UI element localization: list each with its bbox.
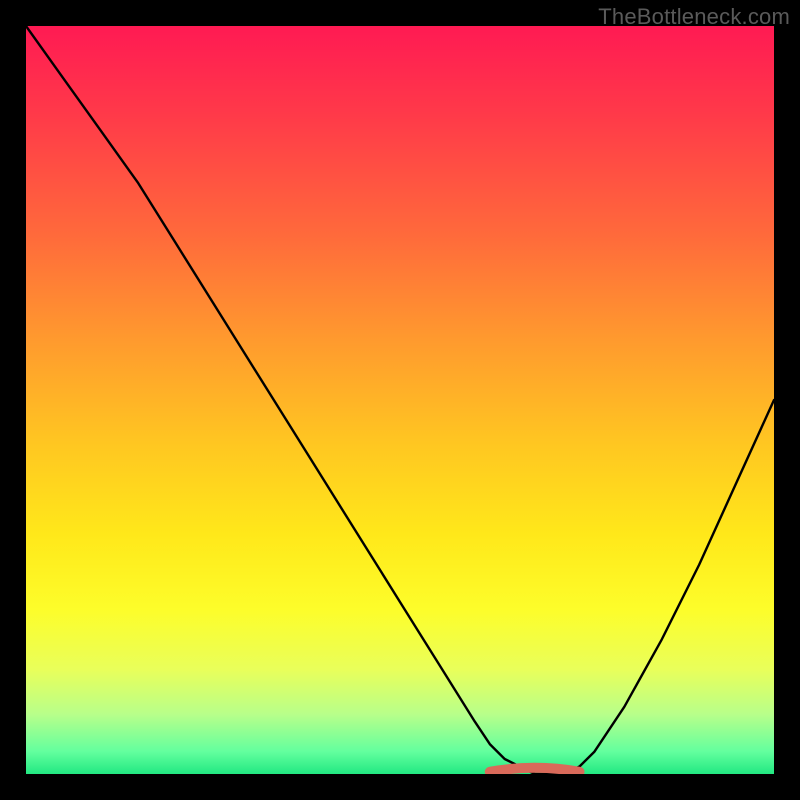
curve-layer [26, 26, 774, 774]
plot-area [26, 26, 774, 774]
watermark-text: TheBottleneck.com [598, 4, 790, 30]
bottleneck-curve [26, 26, 774, 774]
chart-frame: TheBottleneck.com [0, 0, 800, 800]
valley-marker [490, 768, 580, 772]
